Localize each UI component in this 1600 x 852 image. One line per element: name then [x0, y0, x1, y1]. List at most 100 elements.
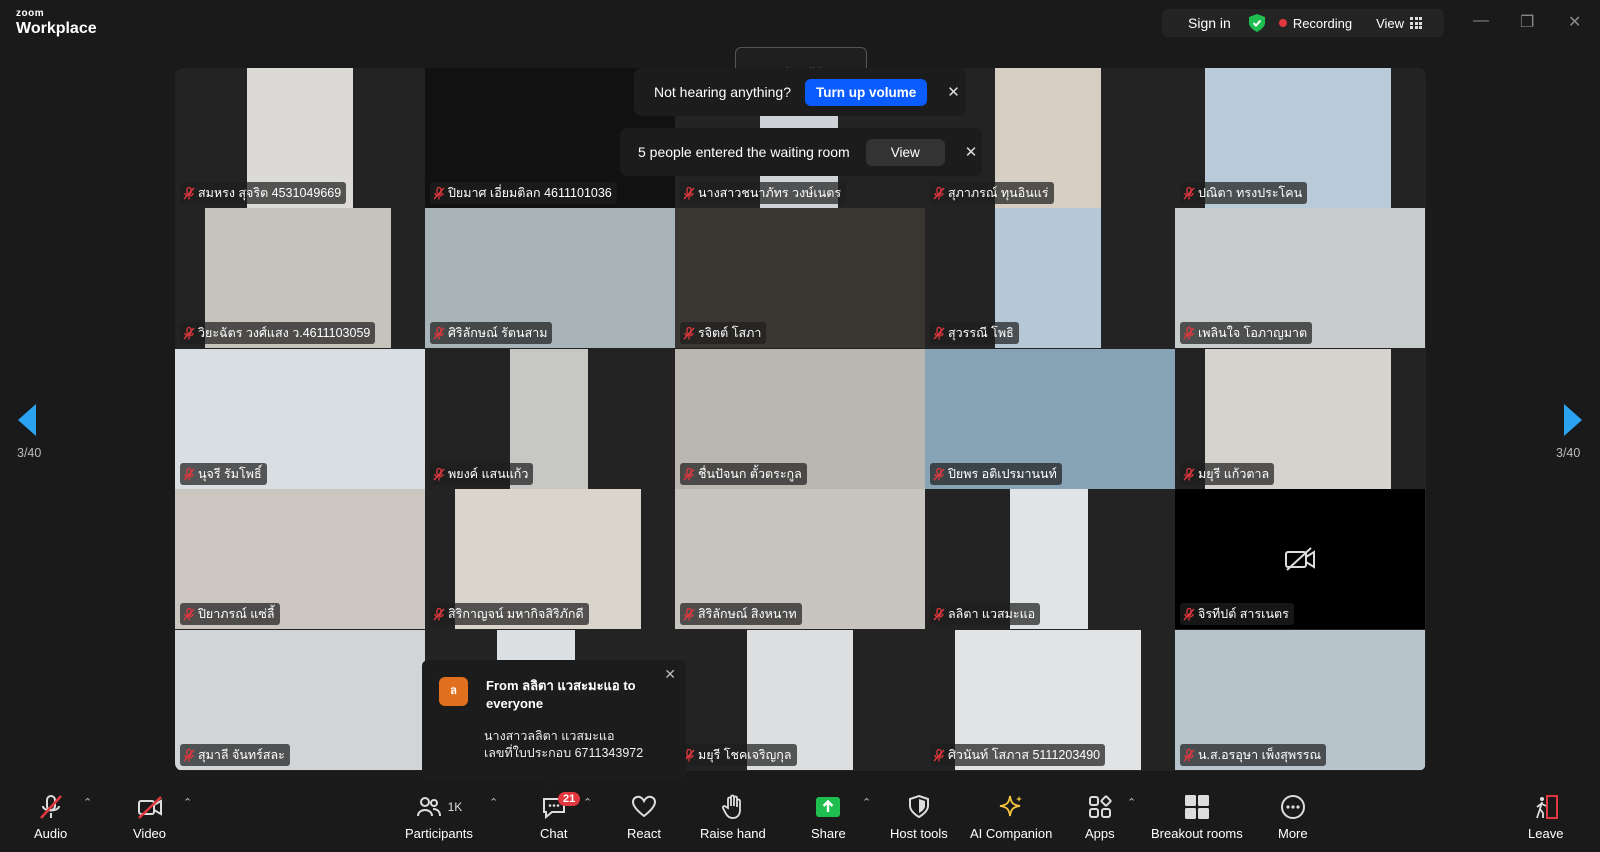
video-options-caret-icon[interactable]: ⌃	[183, 796, 192, 809]
share-options-caret-icon[interactable]: ⌃	[862, 796, 871, 809]
chat-message-line: นางสาวลลิตา แวสมะแอ	[484, 729, 615, 743]
apps-button[interactable]: Apps	[1085, 794, 1115, 841]
participant-nametag: ศิวนันท์ โสภาส 5111203490	[930, 744, 1106, 766]
host-tools-button[interactable]: Host tools	[890, 794, 948, 841]
participant-name: พยงค์ แสนแก้ว	[448, 467, 529, 481]
mic-muted-icon	[1183, 326, 1195, 339]
close-audio-notice-icon[interactable]: ✕	[947, 83, 960, 101]
participant-video-tile[interactable]: มยุรี แก้วตาล	[1175, 349, 1425, 489]
participant-video-tile[interactable]: จิรทีปต์ สารเนตร	[1175, 489, 1425, 629]
participant-video-tile[interactable]: มยุรี โชคเจริญกุล	[675, 630, 925, 770]
participant-video-tile[interactable]: เพลินใจ โอภาญมาต	[1175, 208, 1425, 348]
meeting-toolbar: Audio ⌃ Video ⌃ 1K Participants ⌃ Chat 2…	[0, 790, 1600, 852]
shield-check-icon[interactable]	[1248, 14, 1265, 32]
more-label: More	[1278, 826, 1308, 841]
participant-video-tile[interactable]: สมหรง สุจริต 4531049669	[175, 68, 425, 208]
video-button[interactable]: Video	[133, 794, 166, 841]
participant-video-tile[interactable]: ลลิตา แวสมะแอ	[925, 489, 1175, 629]
participant-video-tile[interactable]: สิริลักษณ์ สิงหนาท	[675, 489, 925, 629]
participant-nametag: นางสาวชนาภัทร วงษ์เนตร	[680, 182, 847, 204]
participant-name: สิริกาญจน์ มหากิจสิริภักดี	[448, 607, 584, 621]
mic-muted-icon	[433, 467, 445, 480]
close-window-icon[interactable]: ✕	[1568, 12, 1581, 32]
turn-up-volume-button[interactable]: Turn up volume	[805, 78, 928, 106]
participant-nametag: ลลิตา แวสมะแอ	[930, 603, 1041, 625]
popup-pointer	[541, 770, 561, 790]
leave-button[interactable]: Leave	[1528, 794, 1563, 841]
apps-options-caret-icon[interactable]: ⌃	[1127, 796, 1136, 809]
participant-video-tile[interactable]: ปณิตา ทรงประโคน	[1175, 68, 1425, 208]
react-button[interactable]: React	[627, 794, 661, 841]
participant-video-tile[interactable]: น.ส.อรอุษา เพ็งสุพรรณ	[1175, 630, 1425, 770]
more-button[interactable]: More	[1278, 794, 1308, 841]
mic-muted-icon	[933, 748, 945, 761]
waiting-room-notice: 5 people entered the waiting room View ✕	[620, 128, 982, 176]
breakout-rooms-icon	[1184, 795, 1209, 819]
mic-muted-icon	[1183, 748, 1195, 761]
audio-button[interactable]: Audio	[34, 794, 67, 841]
participant-name: เพลินใจ โอภาญมาต	[1198, 326, 1308, 340]
leave-door-icon	[1535, 795, 1558, 819]
participant-video-tile[interactable]: ศิวนันท์ โสภาส 5111203490	[925, 630, 1175, 770]
page-indicator-right: 3/40	[1556, 446, 1581, 460]
prev-page-arrow-icon[interactable]	[18, 404, 38, 436]
chat-options-caret-icon[interactable]: ⌃	[583, 796, 592, 809]
mic-muted-icon	[683, 607, 695, 620]
restore-icon[interactable]: ❐	[1520, 12, 1534, 32]
host-tools-label: Host tools	[890, 826, 948, 841]
waiting-room-text: 5 people entered the waiting room	[638, 144, 850, 160]
page-indicator-left: 3/40	[17, 446, 42, 460]
view-waiting-room-button[interactable]: View	[865, 138, 945, 166]
participants-button[interactable]: 1K Participants	[405, 794, 473, 841]
breakout-rooms-label: Breakout rooms	[1151, 826, 1243, 841]
brand-main: Workplace	[16, 20, 97, 37]
participant-name: สุภาภรณ์ ทุนอินแร่	[948, 186, 1049, 200]
participant-name: ลลิตา แวสมะแอ	[948, 607, 1036, 621]
participant-nametag: พยงค์ แสนแก้ว	[430, 463, 534, 485]
recording-status[interactable]: Recording	[1293, 16, 1352, 31]
participant-video-tile[interactable]: วิยะฉัตร วงศ์แสง ว.4611103059	[175, 208, 425, 348]
share-button[interactable]: Share	[811, 794, 846, 841]
participant-nametag: สุภาภรณ์ ทุนอินแร่	[930, 182, 1054, 204]
audio-options-caret-icon[interactable]: ⌃	[83, 796, 92, 809]
participant-video-tile[interactable]: ศิริลักษณ์ รัตนสาม	[425, 208, 675, 348]
grid-view-icon	[1410, 17, 1423, 29]
participant-video-tile[interactable]: นุจรี รัมโพธิ์	[175, 349, 425, 489]
participant-nametag: สุมาลี จันทร์สละ	[180, 744, 290, 766]
participant-name: ปิยาภรณ์ แซ่ลี้	[198, 607, 275, 621]
participant-nametag: น.ส.อรอุษา เพ็งสุพรรณ	[1180, 744, 1327, 766]
participant-nametag: ปณิตา ทรงประโคน	[1180, 182, 1308, 204]
participant-nametag: สิริกาญจน์ มหากิจสิริภักดี	[430, 603, 589, 625]
signin-button[interactable]: Sign in	[1188, 15, 1231, 31]
camera-off-icon	[1285, 547, 1315, 571]
breakout-rooms-button[interactable]: Breakout rooms	[1151, 794, 1243, 841]
close-waiting-notice-icon[interactable]: ✕	[965, 143, 978, 161]
participant-nametag: ศิริลักษณ์ รัตนสาม	[430, 322, 553, 344]
participant-video-tile[interactable]: ปิยาภรณ์ แซ่ลี้	[175, 489, 425, 629]
view-button[interactable]: View	[1376, 16, 1423, 31]
participant-name: นางสาวชนาภัทร วงษ์เนตร	[698, 186, 842, 200]
next-page-arrow-icon[interactable]	[1562, 404, 1582, 436]
mic-muted-icon	[683, 326, 695, 339]
participants-options-caret-icon[interactable]: ⌃	[489, 796, 498, 809]
participant-name: รจิตต์ โสภา	[698, 326, 762, 340]
chat-notification[interactable]: ล From ลลิตา แวสะมะแอ to everyone นางสาว…	[422, 660, 686, 790]
participant-video-tile[interactable]: สุมาลี จันทร์สละ	[175, 630, 425, 770]
participant-nametag: สมหรง สุจริต 4531049669	[180, 182, 347, 204]
participant-video-tile[interactable]: รจิตต์ โสภา	[675, 208, 925, 348]
participant-nametag: สุวรรณี โพธิ	[930, 322, 1019, 344]
ai-companion-button[interactable]: AI Companion	[970, 794, 1052, 841]
minimize-icon[interactable]: —	[1473, 12, 1489, 30]
participant-video-tile[interactable]: ชื่นปัจนก ตั้วตระกูล	[675, 349, 925, 489]
participant-video-tile[interactable]: พยงค์ แสนแก้ว	[425, 349, 675, 489]
participant-video-tile[interactable]: สุวรรณี โพธิ	[925, 208, 1175, 348]
participant-name: สิริลักษณ์ สิงหนาท	[698, 607, 797, 621]
zoom-logo: zoom Workplace	[16, 9, 97, 37]
mic-muted-icon	[183, 748, 195, 761]
participant-video-tile[interactable]: ปิยพร อติเปรมานนท์	[925, 349, 1175, 489]
participant-nametag: ปิยมาศ เอี่ยมติลก 4611101036	[430, 182, 617, 204]
close-chat-popup-icon[interactable]: ✕	[664, 666, 676, 683]
participant-video-tile[interactable]: สิริกาญจน์ มหากิจสิริภักดี	[425, 489, 675, 629]
mic-muted-icon	[933, 467, 945, 480]
raise-hand-button[interactable]: Raise hand	[700, 794, 766, 841]
